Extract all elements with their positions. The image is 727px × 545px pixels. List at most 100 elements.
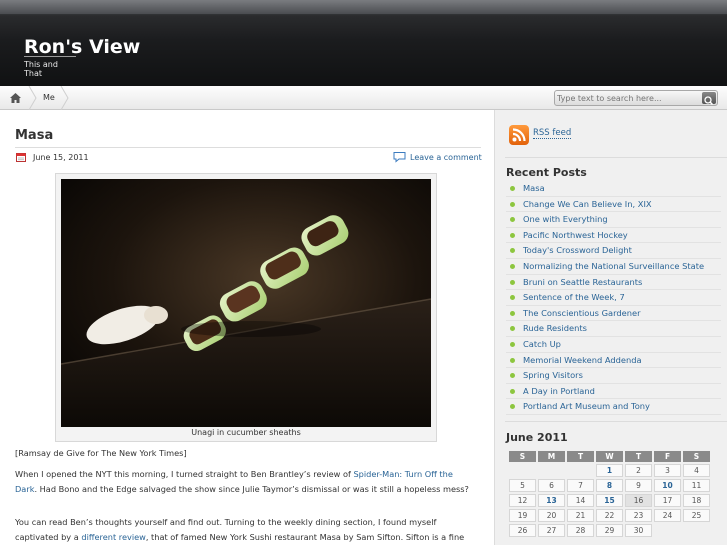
bullet-icon [510, 295, 515, 301]
recent-post-item: Memorial Weekend Addenda [506, 353, 721, 369]
photo-credit: [Ramsay de Give for The New York Times] [15, 448, 187, 458]
calendar-day: 27 [538, 524, 565, 537]
sidebar-divider [505, 157, 727, 158]
recent-post-link[interactable]: Change We Can Believe In, XIX [523, 199, 652, 209]
recent-post-link[interactable]: Catch Up [523, 339, 561, 349]
recent-post-item: Today's Crossword Delight [506, 243, 721, 259]
calendar-day[interactable]: 13 [538, 494, 565, 507]
calendar-day: 9 [625, 479, 652, 492]
bullet-icon [510, 263, 515, 269]
home-icon [10, 93, 21, 103]
rss-icon[interactable] [509, 125, 529, 145]
calendar-weekday: T [625, 451, 652, 462]
rss-feed-link[interactable]: RSS feed [533, 128, 572, 139]
post-paragraph: When I opened the NYT this morning, I tu… [15, 467, 477, 497]
calendar-day: 21 [567, 509, 594, 522]
calendar-weekday: W [596, 451, 623, 462]
calendar-day[interactable]: 8 [596, 479, 623, 492]
calendar-day: 4 [683, 464, 710, 477]
recent-post-item: Portland Art Museum and Tony [506, 399, 721, 415]
calendar-day[interactable]: 1 [596, 464, 623, 477]
title-divider [15, 147, 481, 148]
bullet-icon [510, 279, 515, 285]
calendar-day: 24 [654, 509, 681, 522]
calendar-week: 5 6 7 8 9 10 11 [509, 479, 710, 492]
calendar-empty-cell [538, 464, 565, 477]
calendar-weekdays: SMTWTFS [509, 451, 710, 462]
calendar-week: 1234 [509, 464, 710, 477]
recent-post-item: One with Everything [506, 212, 721, 228]
calendar-day: 14 [567, 494, 594, 507]
calendar-week: 26 27 28 29 30 [509, 524, 710, 537]
recent-post-link[interactable]: Spring Visitors [523, 370, 583, 380]
calendar-day: 26 [509, 524, 536, 537]
calendar-empty-cell [567, 464, 594, 477]
search-box [554, 90, 718, 106]
calendar-day: 30 [625, 524, 652, 537]
calendar-day: 12 [509, 494, 536, 507]
leave-comment-link[interactable]: Leave a comment [410, 153, 482, 162]
search-input[interactable] [557, 92, 697, 104]
calendar-empty-cell [654, 524, 681, 537]
bullet-icon [510, 357, 515, 363]
recent-post-item: Pacific Northwest Hockey [506, 228, 721, 244]
recent-post-link[interactable]: Portland Art Museum and Tony [523, 401, 650, 411]
calendar-day: 19 [509, 509, 536, 522]
calendar-day: 11 [683, 479, 710, 492]
calendar-day: 16 [625, 494, 652, 507]
image-caption: Unagi in cucumber sheaths [191, 428, 301, 437]
calendar-week: 19 20 21 22 23 24 25 [509, 509, 710, 522]
recent-post-item: Bruni on Seattle Restaurants [506, 275, 721, 291]
calendar-empty-cell [509, 464, 536, 477]
bullet-icon [510, 186, 515, 191]
bullet-icon [510, 248, 515, 254]
recent-post-link[interactable]: One with Everything [523, 214, 608, 224]
calendar-empty-cell [683, 524, 710, 537]
calendar-day: 18 [683, 494, 710, 507]
search-icon [704, 96, 714, 106]
recent-post-item: Change We Can Believe In, XIX [506, 197, 721, 213]
recent-post-item: Sentence of the Week, 7 [506, 290, 721, 306]
calendar-day[interactable]: 15 [596, 494, 623, 507]
recent-post-link[interactable]: Memorial Weekend Addenda [523, 355, 642, 365]
calendar-day[interactable]: 10 [654, 479, 681, 492]
recent-post-item: Normalizing the National Surveillance St… [506, 259, 721, 275]
bullet-icon [510, 201, 515, 207]
calendar-days: 1 2 3 4 5 6 7 8 9 10 11 12 13 14 15 16 17 18 19 20 21 22 23 24 2… [509, 464, 710, 537]
post-photo[interactable] [61, 179, 431, 427]
recent-post-item: The Conscientious Gardener [506, 306, 721, 322]
bullet-icon [510, 388, 515, 394]
sidebar-divider [505, 421, 727, 422]
recent-post-link[interactable]: Normalizing the National Surveillance St… [523, 261, 704, 271]
search-button[interactable] [702, 92, 716, 106]
bullet-icon [510, 341, 515, 347]
site-title[interactable]: Ron's View [24, 36, 140, 58]
post-title[interactable]: Masa [15, 128, 53, 143]
recent-post-link[interactable]: A Day in Portland [523, 386, 595, 396]
calendar-weekday: T [567, 451, 594, 462]
bullet-icon [510, 326, 515, 332]
recent-post-link[interactable]: Pacific Northwest Hockey [523, 230, 628, 240]
recent-post-link[interactable]: Sentence of the Week, 7 [523, 292, 625, 302]
calendar-day: 29 [596, 524, 623, 537]
post-figure: Unagi in cucumber sheaths [55, 173, 437, 442]
recent-post-link[interactable]: Rude Residents [523, 323, 587, 333]
bullet-icon [510, 310, 515, 316]
rss-glyph [512, 128, 526, 142]
recent-post-item: Catch Up [506, 337, 721, 353]
calendar-day: 17 [654, 494, 681, 507]
nav-item-label: Me [43, 93, 55, 102]
recent-post-link[interactable]: Today's Crossword Delight [523, 245, 632, 255]
recent-post-item: A Day in Portland [506, 384, 721, 400]
recent-post-link[interactable]: Masa [523, 183, 545, 193]
calendar-day: 3 [654, 464, 681, 477]
recent-post-link[interactable]: Bruni on Seattle Restaurants [523, 277, 642, 287]
calendar-day: 5 [509, 479, 536, 492]
site-header: Ron's View This and That [0, 0, 727, 86]
paragraph-text: When I opened the NYT this morning, I tu… [15, 469, 354, 479]
calendar-day: 7 [567, 479, 594, 492]
different-review-link[interactable]: different review [81, 532, 145, 542]
recent-post-link[interactable]: The Conscientious Gardener [523, 308, 641, 318]
paragraph-text: , that of famed New York Sushi restauran… [145, 532, 465, 542]
bullet-icon [510, 404, 515, 410]
